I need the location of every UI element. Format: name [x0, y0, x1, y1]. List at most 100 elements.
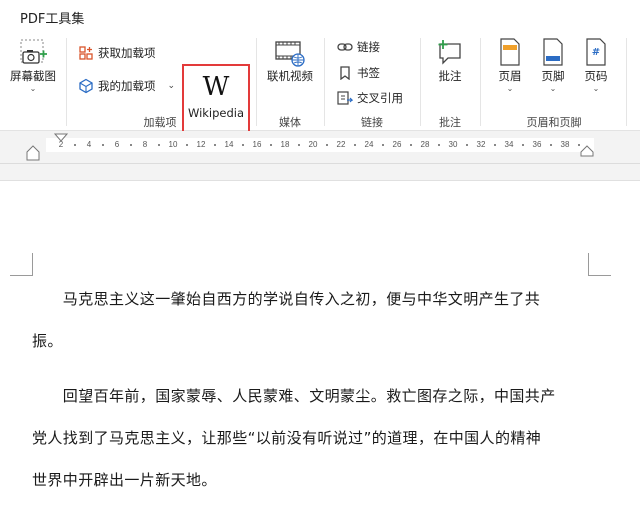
ruler-tick-label: 4: [86, 140, 92, 149]
indent-marker-icon[interactable]: [54, 133, 68, 161]
ruler-tick-mark: [74, 144, 76, 146]
page-number-label: 页码: [584, 69, 608, 83]
text-line: 党人找到了马克思主义，让那些“以前没有听说过”的道理，在中国人的精神: [32, 429, 542, 447]
ruler-tick-mark: [242, 144, 244, 146]
divider: [480, 38, 481, 126]
header-label: 页眉: [498, 69, 522, 83]
footer-button[interactable]: 页脚 ⌄: [533, 36, 573, 93]
ruler-tick-mark: [326, 144, 328, 146]
footer-icon: [543, 38, 563, 66]
get-addins-button[interactable]: 获取加载项: [78, 45, 156, 61]
chevron-down-icon[interactable]: ⌄: [168, 81, 176, 91]
svg-text:#: #: [592, 47, 600, 58]
ruler-tick-label: 20: [308, 140, 318, 149]
get-addins-label: 获取加载项: [98, 46, 156, 60]
ruler-tick-mark: [466, 144, 468, 146]
tab-pdf-tools[interactable]: PDF工具集: [20, 8, 84, 27]
margin-corner-mark: [588, 253, 611, 276]
ruler-tick-mark: [354, 144, 356, 146]
ruler-tick-mark: [522, 144, 524, 146]
ruler-tick-label: 34: [504, 140, 514, 149]
header-button[interactable]: 页眉 ⌄: [490, 36, 530, 93]
divider: [256, 38, 257, 126]
cube-icon: [79, 78, 93, 94]
divider: [420, 38, 421, 126]
group-label-links: 链接: [361, 116, 383, 129]
ruler-tick-mark: [214, 144, 216, 146]
chevron-down-icon[interactable]: ⌄: [6, 85, 60, 93]
ruler-tick-label: 10: [168, 140, 178, 149]
left-indent-marker-icon[interactable]: [26, 145, 40, 161]
text-line: 马克思主义这一肇始自西方的学说自传入之初，便与中华文明产生了共: [32, 290, 541, 308]
ruler-tick-label: 32: [476, 140, 486, 149]
group-label-comments: 批注: [439, 116, 461, 129]
text-line: 世界中开辟出一片新天地。: [32, 471, 217, 489]
camera-icon: [20, 39, 47, 64]
store-icon: [79, 46, 93, 60]
paragraph[interactable]: 马克思主义这一肇始自西方的学说自传入之初，便与中华文明产生了共 振。: [32, 278, 592, 362]
ruler-tick-mark: [158, 144, 160, 146]
paragraph[interactable]: 回望百年前，国家蒙辱、人民蒙难、文明蒙尘。救亡图存之际，中国共产 党人找到了马克…: [32, 375, 592, 501]
ruler-tick-mark: [270, 144, 272, 146]
divider: [324, 38, 325, 126]
group-label-media: 媒体: [279, 116, 301, 129]
ruler-tick-label: 36: [532, 140, 542, 149]
cross-reference-button[interactable]: 交叉引用: [337, 90, 403, 106]
ruler-tick-label: 38: [560, 140, 570, 149]
ruler-tick-label: 24: [364, 140, 374, 149]
horizontal-ruler[interactable]: 2 4 6 8 10 12 14 16 18 20 22 24 26 28 30 32 34 36 38: [0, 131, 640, 164]
wikipedia-label: Wikipedia: [187, 106, 245, 120]
ruler-tick-mark: [298, 144, 300, 146]
online-video-button[interactable]: 联机视频: [262, 36, 318, 84]
ruler-tick-label: 6: [114, 140, 120, 149]
film-globe-icon: [275, 41, 305, 67]
document-page[interactable]: 马克思主义这一肇始自西方的学说自传入之初，便与中华文明产生了共 振。 回望百年前…: [0, 181, 640, 516]
chevron-down-icon[interactable]: ⌄: [490, 85, 530, 93]
ribbon: 屏幕截图 ⌄ 获取加载项 我的加载项 ⌄ 加载项 W Wikipedia 联机视…: [0, 32, 640, 137]
chevron-down-icon[interactable]: ⌄: [576, 85, 616, 93]
link-button[interactable]: 链接: [337, 39, 380, 55]
link-icon: [337, 43, 353, 51]
ruler-tick-mark: [130, 144, 132, 146]
chevron-down-icon[interactable]: ⌄: [533, 85, 573, 93]
ruler-tick-mark: [494, 144, 496, 146]
new-comment-icon: [438, 40, 461, 65]
right-indent-marker-icon[interactable]: [580, 145, 594, 157]
bookmark-button[interactable]: 书签: [337, 65, 380, 81]
wikipedia-logo-icon: W: [202, 72, 230, 102]
screenshot-label: 屏幕截图: [10, 69, 56, 83]
ruler-tick-label: 18: [280, 140, 290, 149]
ruler-tick-label: 28: [420, 140, 430, 149]
my-addins-button[interactable]: 我的加载项 ⌄: [78, 78, 175, 94]
ruler-tick-label: 14: [224, 140, 234, 149]
screenshot-button[interactable]: 屏幕截图 ⌄: [6, 36, 60, 93]
group-label-addins: 加载项: [143, 116, 177, 129]
ribbon-tab-bar: PDF工具集: [0, 0, 640, 32]
text-line: 回望百年前，国家蒙辱、人民蒙难、文明蒙尘。救亡图存之际，中国共产: [32, 387, 556, 405]
ruler-tick-mark: [186, 144, 188, 146]
ruler-tick-mark: [410, 144, 412, 146]
comment-label: 批注: [438, 69, 462, 83]
ruler-tick-mark: [438, 144, 440, 146]
page-number-icon: #: [586, 38, 606, 66]
cross-reference-label: 交叉引用: [357, 91, 403, 105]
comment-button[interactable]: 批注: [428, 36, 472, 84]
bookmark-icon: [340, 66, 350, 80]
bookmark-label: 书签: [357, 66, 380, 80]
ruler-tick-label: 30: [448, 140, 458, 149]
ruler-tick-mark: [550, 144, 552, 146]
ruler-tick-label: 26: [392, 140, 402, 149]
page-gap: [0, 164, 640, 181]
ruler-tick-label: 12: [196, 140, 206, 149]
group-label-header-footer: 页眉和页脚: [526, 116, 582, 129]
ruler-tick-label: 16: [252, 140, 262, 149]
footer-label: 页脚: [541, 69, 565, 83]
ruler-tick-label: 8: [142, 140, 148, 149]
my-addins-label: 我的加载项: [98, 79, 156, 93]
page-number-button[interactable]: # 页码 ⌄: [576, 36, 616, 93]
text-line: 振。: [32, 332, 63, 350]
wikipedia-button[interactable]: W Wikipedia: [182, 64, 250, 137]
divider: [66, 38, 67, 126]
divider: [626, 38, 627, 126]
cross-reference-icon: [337, 91, 353, 105]
